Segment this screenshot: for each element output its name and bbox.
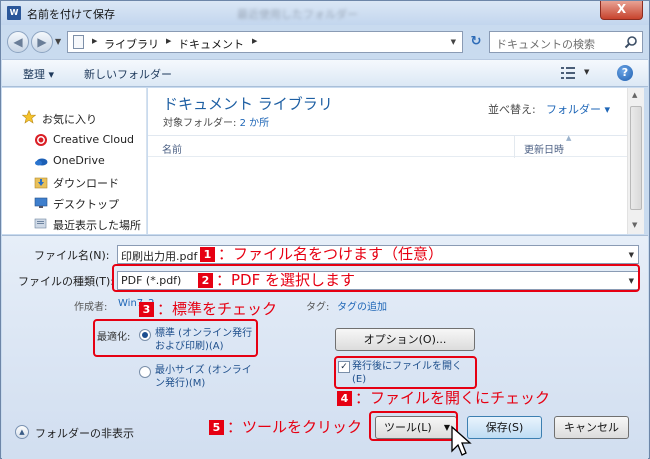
optimize-minimum-radio[interactable]: [139, 366, 151, 378]
column-header-modified[interactable]: 更新日時: [524, 141, 564, 156]
optimize-minimum-label[interactable]: 最小サイズ (オンライ ン発行)(M): [155, 364, 252, 390]
sidebar-item-downloads[interactable]: ダウンロード: [2, 173, 146, 191]
document-icon: [73, 35, 84, 49]
blurred-background-title: 最近使用したフォルダー: [237, 8, 358, 21]
title-bar[interactable]: W 名前を付けて保存 最近使用したフォルダー X: [1, 1, 649, 25]
help-icon[interactable]: ?: [617, 65, 633, 81]
new-folder-button[interactable]: 新しいフォルダー: [84, 66, 172, 82]
highlight-filetype-box: [112, 264, 640, 292]
scrollbar-thumb[interactable]: [630, 106, 642, 210]
column-header-name[interactable]: 名前: [162, 141, 182, 156]
star-icon: [22, 110, 36, 124]
annotation-2: 2 ：PDF を選択します: [198, 269, 355, 290]
breadcrumb-documents[interactable]: ドキュメント: [178, 36, 244, 52]
filetype-label: ファイルの種類(T):: [18, 275, 115, 288]
file-list-pane[interactable]: ドキュメント ライブラリ 対象フォルダー: 2 か所 並べ替え: フォルダー ▾…: [148, 88, 627, 234]
annotation-4: 4 ：ファイルを開くにチェック: [337, 387, 550, 408]
address-bar[interactable]: ▶ ライブラリ ▶ ドキュメント ▶ ▼: [67, 31, 463, 53]
chevron-right-icon[interactable]: ▶: [166, 37, 171, 45]
sidebar-item-onedrive[interactable]: OneDrive: [2, 152, 146, 170]
breadcrumb-libraries[interactable]: ライブラリ: [104, 36, 159, 52]
search-input[interactable]: ドキュメントの検索: [496, 36, 595, 52]
highlight-optimize-box: [93, 319, 258, 357]
chevron-up-icon: ▲: [15, 425, 29, 439]
column-divider[interactable]: [514, 136, 515, 158]
chevron-right-icon[interactable]: ▶: [252, 37, 257, 45]
annotation-5: 5 ：ツールをクリック: [209, 416, 362, 437]
refresh-icon[interactable]: ↻: [467, 33, 485, 51]
close-button[interactable]: X: [600, 1, 643, 20]
recent-places-icon: [34, 218, 47, 229]
vertical-scrollbar[interactable]: ▲ ▼: [627, 88, 644, 234]
library-title: ドキュメント ライブラリ: [163, 95, 333, 113]
sidebar-item-favorites[interactable]: お気に入り: [2, 109, 146, 127]
save-as-dialog: W 名前を付けて保存 最近使用したフォルダー X ◀ ▶ ▼ ▶ ライブラリ ▶…: [0, 0, 650, 459]
sort-by-dropdown[interactable]: フォルダー ▾: [546, 101, 610, 117]
back-icon[interactable]: ◀: [7, 31, 29, 53]
library-subtitle: 対象フォルダー: 2 か所: [163, 118, 270, 129]
forward-icon[interactable]: ▶: [31, 31, 53, 53]
creative-cloud-icon: [35, 134, 47, 146]
chevron-right-icon[interactable]: ▶: [92, 37, 97, 45]
onedrive-icon: [35, 158, 48, 166]
author-label: 作成者:: [74, 302, 108, 313]
organize-button[interactable]: 整理 ▾: [23, 66, 54, 82]
search-box[interactable]: ドキュメントの検索: [489, 31, 643, 53]
options-button[interactable]: オプション(O)...: [335, 328, 475, 351]
history-dropdown-icon[interactable]: ▼: [55, 37, 61, 46]
word-app-icon: W: [7, 6, 21, 20]
chevron-down-icon[interactable]: ▼: [629, 251, 634, 259]
download-folder-icon: [34, 177, 48, 189]
folder-locations-link[interactable]: 2 か所: [240, 118, 270, 129]
cancel-button[interactable]: キャンセル: [554, 416, 629, 439]
tags-field[interactable]: タグの追加: [337, 298, 387, 313]
navigation-pane: お気に入り Creative Cloud OneDrive ダウンロード デスク…: [2, 88, 147, 234]
filename-label: ファイル名(N):: [34, 249, 110, 262]
annotation-3: 3 ：標準をチェック: [139, 298, 277, 319]
address-dropdown-icon[interactable]: ▼: [451, 38, 456, 46]
search-icon[interactable]: [624, 35, 638, 49]
desktop-icon: [34, 197, 48, 208]
view-options-icon[interactable]: [561, 67, 575, 79]
sidebar-item-creative-cloud[interactable]: Creative Cloud: [2, 131, 146, 149]
sidebar-item-recent-places[interactable]: 最近表示した場所: [2, 215, 146, 233]
view-dropdown-icon[interactable]: ▼: [584, 68, 589, 76]
column-headers: 名前 ▲ 更新日時: [148, 134, 627, 158]
window-title: 名前を付けて保存: [27, 8, 115, 21]
highlight-tools-box: [369, 411, 458, 441]
sort-indicator-icon: ▲: [566, 134, 572, 142]
scroll-up-icon[interactable]: ▲: [632, 91, 637, 99]
scroll-down-icon[interactable]: ▼: [632, 221, 637, 229]
tags-label: タグ:: [306, 302, 330, 313]
navigation-bar: ◀ ▶ ▼ ▶ ライブラリ ▶ ドキュメント ▶ ▼ ↻ ドキュメントの検索: [5, 29, 645, 55]
annotation-1: 1 ：ファイル名をつけます（任意）: [200, 243, 443, 264]
sidebar-item-desktop[interactable]: デスクトップ: [2, 194, 146, 212]
sort-label: 並べ替え:: [488, 103, 536, 116]
mouse-pointer-icon: [451, 425, 472, 456]
command-toolbar: 整理 ▾ 新しいフォルダー ▼ ?: [2, 59, 648, 87]
highlight-open-after-box: [334, 356, 477, 389]
save-button[interactable]: 保存(S): [467, 416, 542, 439]
